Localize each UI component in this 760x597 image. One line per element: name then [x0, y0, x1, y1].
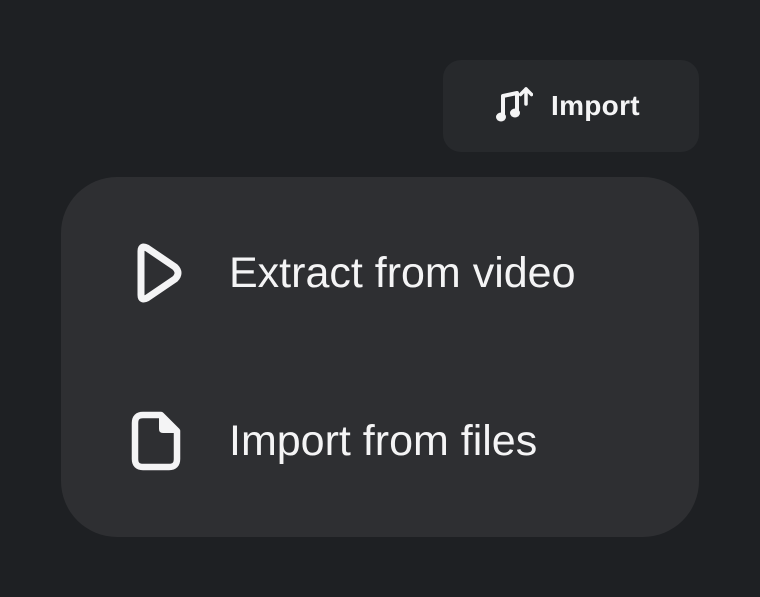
music-note-upload-icon: [495, 86, 533, 126]
menu-item-import-from-files[interactable]: Import from files: [61, 381, 699, 501]
document-icon: [129, 409, 185, 473]
play-icon: [129, 241, 185, 305]
menu-item-extract-from-video[interactable]: Extract from video: [61, 213, 699, 333]
import-button-label: Import: [551, 90, 640, 121]
menu-item-label: Extract from video: [229, 248, 576, 297]
import-menu: Extract from video Import from files: [61, 177, 699, 537]
menu-item-label: Import from files: [229, 416, 538, 465]
import-button[interactable]: Import: [443, 60, 699, 152]
